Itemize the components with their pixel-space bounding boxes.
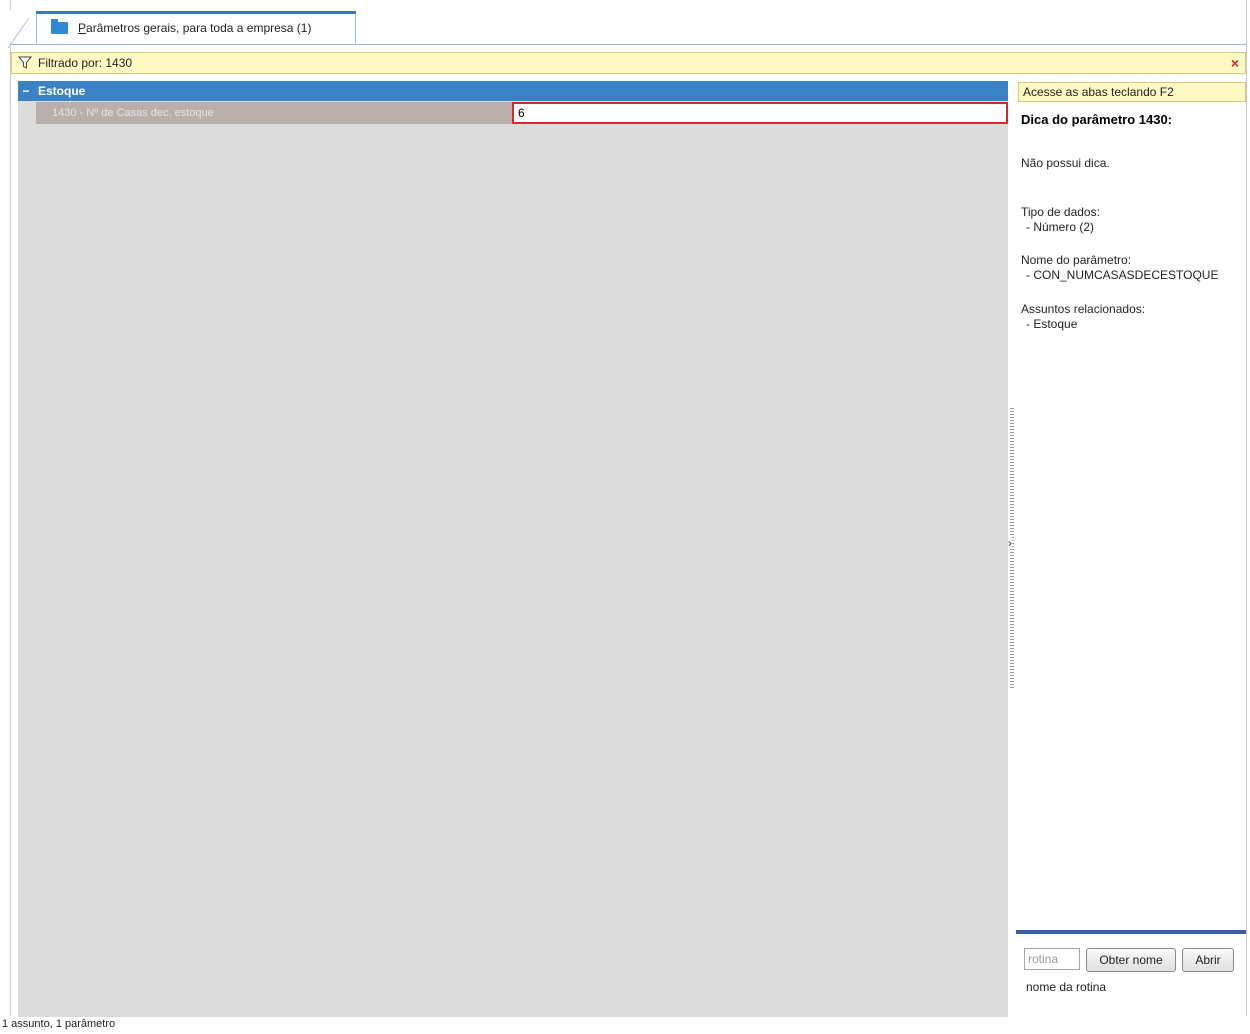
window-frame-right (1246, 0, 1250, 1016)
no-tip-text: Não possui dica. (1021, 156, 1110, 170)
expand-arrow-icon[interactable]: › (1008, 537, 1012, 549)
collapse-icon[interactable]: − (22, 84, 30, 98)
clear-filter-icon[interactable]: × (1231, 55, 1239, 71)
related-label: Assuntos relacionados: (1021, 302, 1146, 316)
obter-nome-button[interactable]: Obter nome (1086, 948, 1176, 972)
status-bar-text: 1 assunto, 1 parâmetro (2, 1018, 116, 1030)
data-type-value: - Número (2) (1026, 220, 1095, 234)
filter-label: Filtrado por: 1430 (38, 56, 133, 70)
parameter-value-input[interactable] (512, 102, 1008, 124)
folder-icon (51, 19, 68, 34)
filter-bar: Filtrado por: 1430 × (11, 52, 1246, 74)
abrir-button[interactable]: Abrir (1182, 948, 1234, 972)
rotina-name-text: nome da rotina (1026, 980, 1107, 994)
parameter-name: 1430 - Nº de Casas dec. estoque (36, 102, 512, 124)
parameters-grid: − Estoque 1430 - Nº de Casas dec. estoqu… (18, 81, 1008, 1017)
group-label: Estoque (38, 84, 86, 98)
tab-strip: Parâmetros gerais, para toda a empresa (… (7, 10, 1246, 48)
tab-parametros-gerais[interactable]: Parâmetros gerais, para toda a empresa (… (36, 11, 356, 43)
rotina-input[interactable] (1024, 948, 1080, 970)
panel-splitter[interactable]: › (1008, 81, 1016, 1017)
data-type-label: Tipo de dados: (1021, 205, 1100, 219)
tab-label: Parâmetros gerais, para toda a empresa (… (78, 21, 312, 35)
hint-title: Dica do parâmetro 1430: (1021, 112, 1173, 127)
hint-bar: Acesse as abas teclando F2 (1018, 82, 1246, 102)
parameter-row[interactable]: 1430 - Nº de Casas dec. estoque (18, 102, 1008, 124)
filter-icon (18, 56, 32, 70)
param-name-value: - CON_NUMCASASDECESTOQUE (1026, 268, 1219, 282)
hint-panel: Acesse as abas teclando F2 Dica do parâm… (1016, 81, 1246, 1017)
related-value: - Estoque (1026, 317, 1078, 331)
group-row-estoque[interactable]: − Estoque (18, 81, 1008, 101)
param-name-label: Nome do parâmetro: (1021, 253, 1132, 267)
window-frame-left (0, 0, 11, 1016)
rotina-box: Obter nome Abrir nome da rotina (1016, 930, 1246, 1014)
